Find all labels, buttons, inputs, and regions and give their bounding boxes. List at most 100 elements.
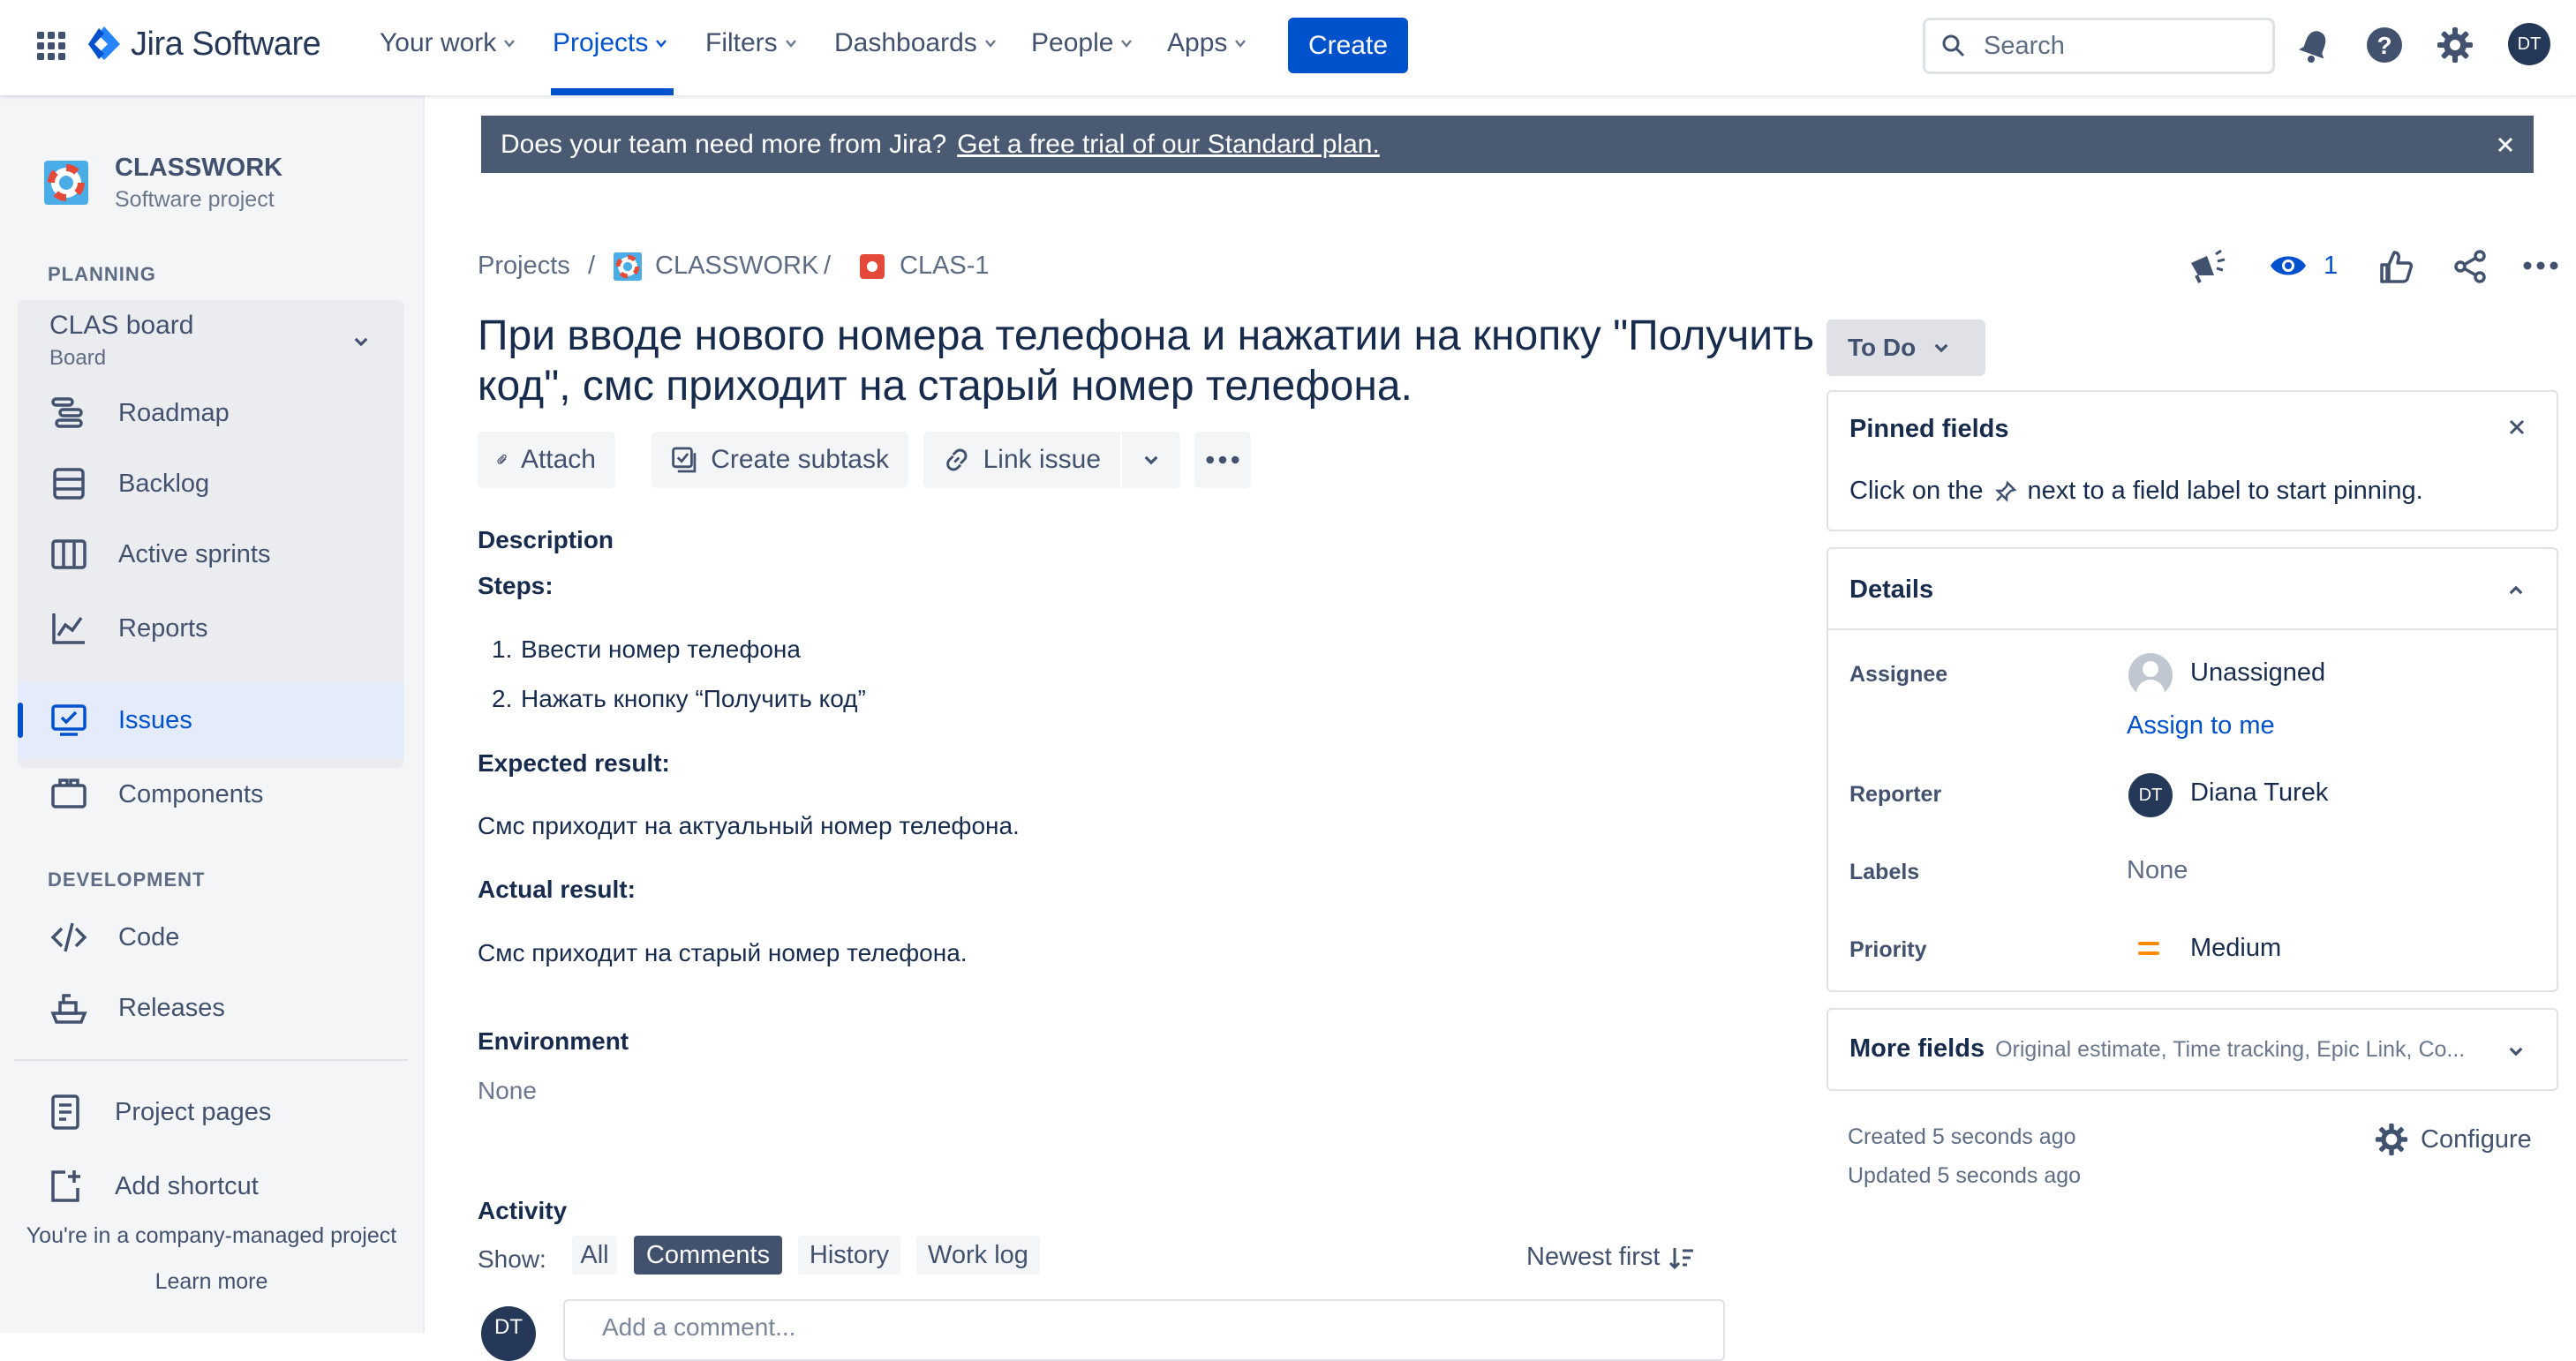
configure-label: Configure [2421,1124,2532,1154]
description-heading: Description [478,526,614,553]
app-switcher-icon[interactable] [35,30,67,62]
activity-heading: Activity [478,1197,568,1224]
nav-filters-label: Filters [705,28,778,57]
reporter-value[interactable]: Diana Turek [2190,778,2328,808]
jira-logo[interactable]: Jira Software [87,25,321,64]
project-avatar-icon[interactable] [44,161,88,205]
watcher-count: 1 [2324,251,2339,280]
nav-filters[interactable]: Filters [705,28,797,58]
chevron-down-icon [1144,455,1158,465]
expected-heading: Expected result: [478,749,670,777]
breadcrumb-project[interactable]: CLASSWORK [655,252,818,281]
show-label: Show: [478,1245,546,1273]
settings-icon[interactable] [2437,26,2474,64]
watch-button[interactable]: 1 [2269,251,2338,281]
nav-projects[interactable]: Projects [553,28,667,58]
project-type: Software project [115,187,275,212]
labels-label: Labels [1849,860,1920,884]
attach-label: Attach [520,445,596,474]
banner-link[interactable]: Get a free trial of our Standard plan. [957,130,1380,160]
step-number: 2. [492,685,513,712]
close-icon[interactable] [2497,136,2514,154]
assign-to-me-link[interactable]: Assign to me [2127,711,2275,741]
sidebar-item-roadmap[interactable]: Roadmap [18,378,404,448]
sidebar-item-releases[interactable]: Releases [18,973,404,1043]
sort-button[interactable]: Newest first [1526,1243,1695,1272]
chevron-down-icon[interactable] [351,332,371,351]
labels-value[interactable]: None [2127,856,2188,885]
sidebar-item-code[interactable]: Code [18,902,404,973]
more-actions-icon[interactable] [2523,261,2558,270]
sidebar-item-project-pages[interactable]: Project pages [18,1077,404,1147]
jira-logo-icon [88,26,120,60]
sidebar-item-components[interactable]: Components [18,759,404,830]
chevron-down-icon [656,40,667,48]
like-icon[interactable] [2378,249,2414,284]
sidebar-item-issues[interactable]: Issues [18,685,404,756]
tab-history[interactable]: History [798,1236,900,1275]
user-avatar[interactable]: DT [2508,23,2550,65]
configure-button[interactable]: Configure [2375,1123,2532,1156]
pinned-fields-panel: Pinned fields Click on the next to a fie… [1827,390,2558,531]
search-icon [1942,34,1965,57]
status-dropdown[interactable]: To Do [1827,320,1985,376]
gear-icon [2375,1123,2408,1156]
close-icon[interactable] [2508,418,2526,436]
top-navigation: Jira Software Your work Projects Filters… [0,0,2576,95]
tab-all[interactable]: All [572,1236,617,1275]
create-subtask-label: Create subtask [711,445,889,474]
nav-people[interactable]: People [1031,28,1133,58]
environment-value[interactable]: None [478,1077,537,1105]
chevron-down-icon [504,40,516,48]
sidebar-item-add-shortcut[interactable]: Add shortcut [18,1151,404,1222]
attach-button[interactable]: Attach [478,432,615,488]
breadcrumb-projects[interactable]: Projects [478,252,570,281]
sidebar-item-label: Roadmap [118,398,230,427]
learn-more-link[interactable]: Learn more [0,1269,423,1295]
steps-heading: Steps: [478,572,554,599]
notifications-icon[interactable] [2296,26,2333,64]
ship-icon [50,994,87,1024]
details-panel: Details Assignee Unassigned Assign to me… [1827,547,2558,992]
share-icon[interactable] [2452,249,2488,284]
add-shortcut-icon [51,1170,80,1202]
tab-comments[interactable]: Comments [634,1236,782,1275]
sidebar-item-label: Backlog [118,469,210,498]
priority-value[interactable]: Medium [2190,934,2281,963]
more-fields-row: More fields Original estimate, Time trac… [1849,1034,2465,1064]
issue-title[interactable]: При вводе нового номера телефона и нажат… [478,311,1828,411]
company-managed-note: You're in a company-managed project [26,1223,397,1248]
create-button[interactable]: Create [1288,18,1408,73]
sidebar-item-backlog[interactable]: Backlog [18,448,404,519]
feedback-megaphone-icon[interactable] [2188,249,2226,284]
nav-your-work[interactable]: Your work [380,28,516,58]
breadcrumb-issue-key[interactable]: CLAS-1 [900,252,990,281]
nav-your-work-label: Your work [380,28,497,57]
comment-input[interactable]: Add a comment... [563,1299,1725,1361]
more-actions-button[interactable] [1194,432,1251,488]
link-issue-dropdown[interactable] [1122,432,1180,488]
board-name[interactable]: CLAS board [49,311,193,341]
development-section-label: DEVELOPMENT [48,868,206,891]
paperclip-icon [497,454,507,464]
nav-dashboards[interactable]: Dashboards [834,28,997,58]
search-input[interactable]: Search [1923,18,2275,74]
project-name[interactable]: CLASSWORK [115,154,282,183]
create-subtask-button[interactable]: Create subtask [652,432,908,488]
nav-apps[interactable]: Apps [1167,28,1247,58]
assignee-value[interactable]: Unassigned [2190,658,2325,688]
link-issue-button[interactable]: Link issue [923,432,1120,488]
sidebar-item-active-sprints[interactable]: Active sprints [18,519,404,590]
sidebar-item-reports[interactable]: Reports [18,593,404,664]
more-fields-panel[interactable]: More fields Original estimate, Time trac… [1827,1008,2558,1091]
nav-active-indicator [551,88,674,95]
issues-icon [51,704,87,736]
help-icon[interactable]: ? [2366,26,2403,64]
backlog-icon [53,468,85,500]
nav-projects-label: Projects [553,28,649,57]
chevron-up-icon[interactable] [2506,581,2526,600]
pin-icon [1994,480,2016,502]
priority-label: Priority [1849,937,1927,962]
details-header[interactable] [1828,549,2557,630]
tab-work-log[interactable]: Work log [916,1236,1040,1275]
